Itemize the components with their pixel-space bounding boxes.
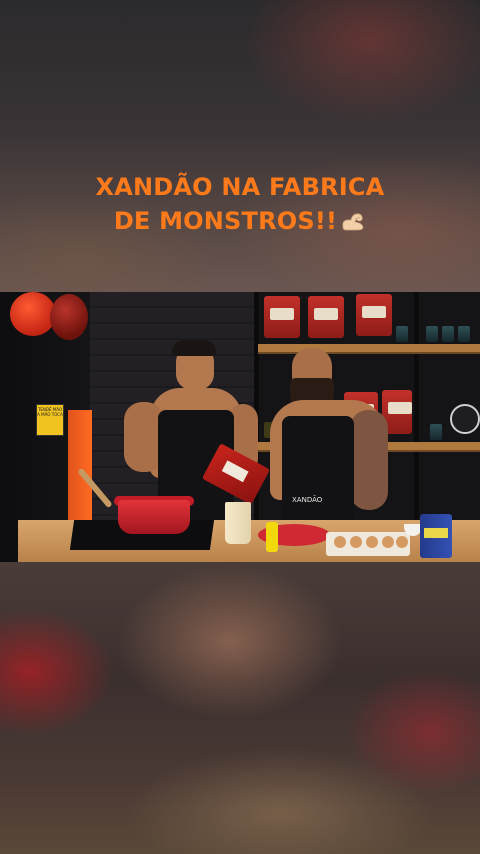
product-jar <box>458 326 470 342</box>
red-pot <box>118 500 190 534</box>
product-jar <box>430 424 442 440</box>
shelf-board <box>258 344 480 354</box>
product-jar <box>442 326 454 342</box>
product-jar <box>426 326 438 342</box>
product-pouch <box>264 296 300 338</box>
video-frame[interactable]: TENDÊ MÃO A MÃO TOCA XANDÃO <box>0 292 480 562</box>
shaker-cup <box>225 502 251 544</box>
logo-badge <box>450 404 480 434</box>
product-jar <box>396 326 408 342</box>
product-pouch <box>356 294 392 336</box>
supplement-can <box>420 514 452 558</box>
caption-line-2-text: DE MONSTROS!! <box>113 207 338 235</box>
flexed-biceps-icon <box>342 213 364 231</box>
product-pouch <box>308 296 344 338</box>
blurred-background-bottom <box>0 562 480 854</box>
caption-line-1: XANDÃO NA FABRICA <box>95 173 385 201</box>
mustard-bottle <box>266 522 278 552</box>
caption-line-2: DE MONSTROS!! <box>0 204 480 238</box>
red-lamp-2 <box>50 294 88 340</box>
egg-tray <box>326 532 410 556</box>
wall-sign-text: TENDÊ MÃO A MÃO TOCA <box>37 407 63 417</box>
video-post: XANDÃO NA FABRICA DE MONSTROS!! TENDÊ MÃ… <box>0 0 480 854</box>
apron-text: XANDÃO <box>292 496 323 504</box>
shelf-post <box>414 292 419 522</box>
blurred-background-top <box>0 0 480 292</box>
wall-sign: TENDÊ MÃO A MÃO TOCA <box>36 404 64 436</box>
caption-headline: XANDÃO NA FABRICA DE MONSTROS!! <box>0 170 480 238</box>
